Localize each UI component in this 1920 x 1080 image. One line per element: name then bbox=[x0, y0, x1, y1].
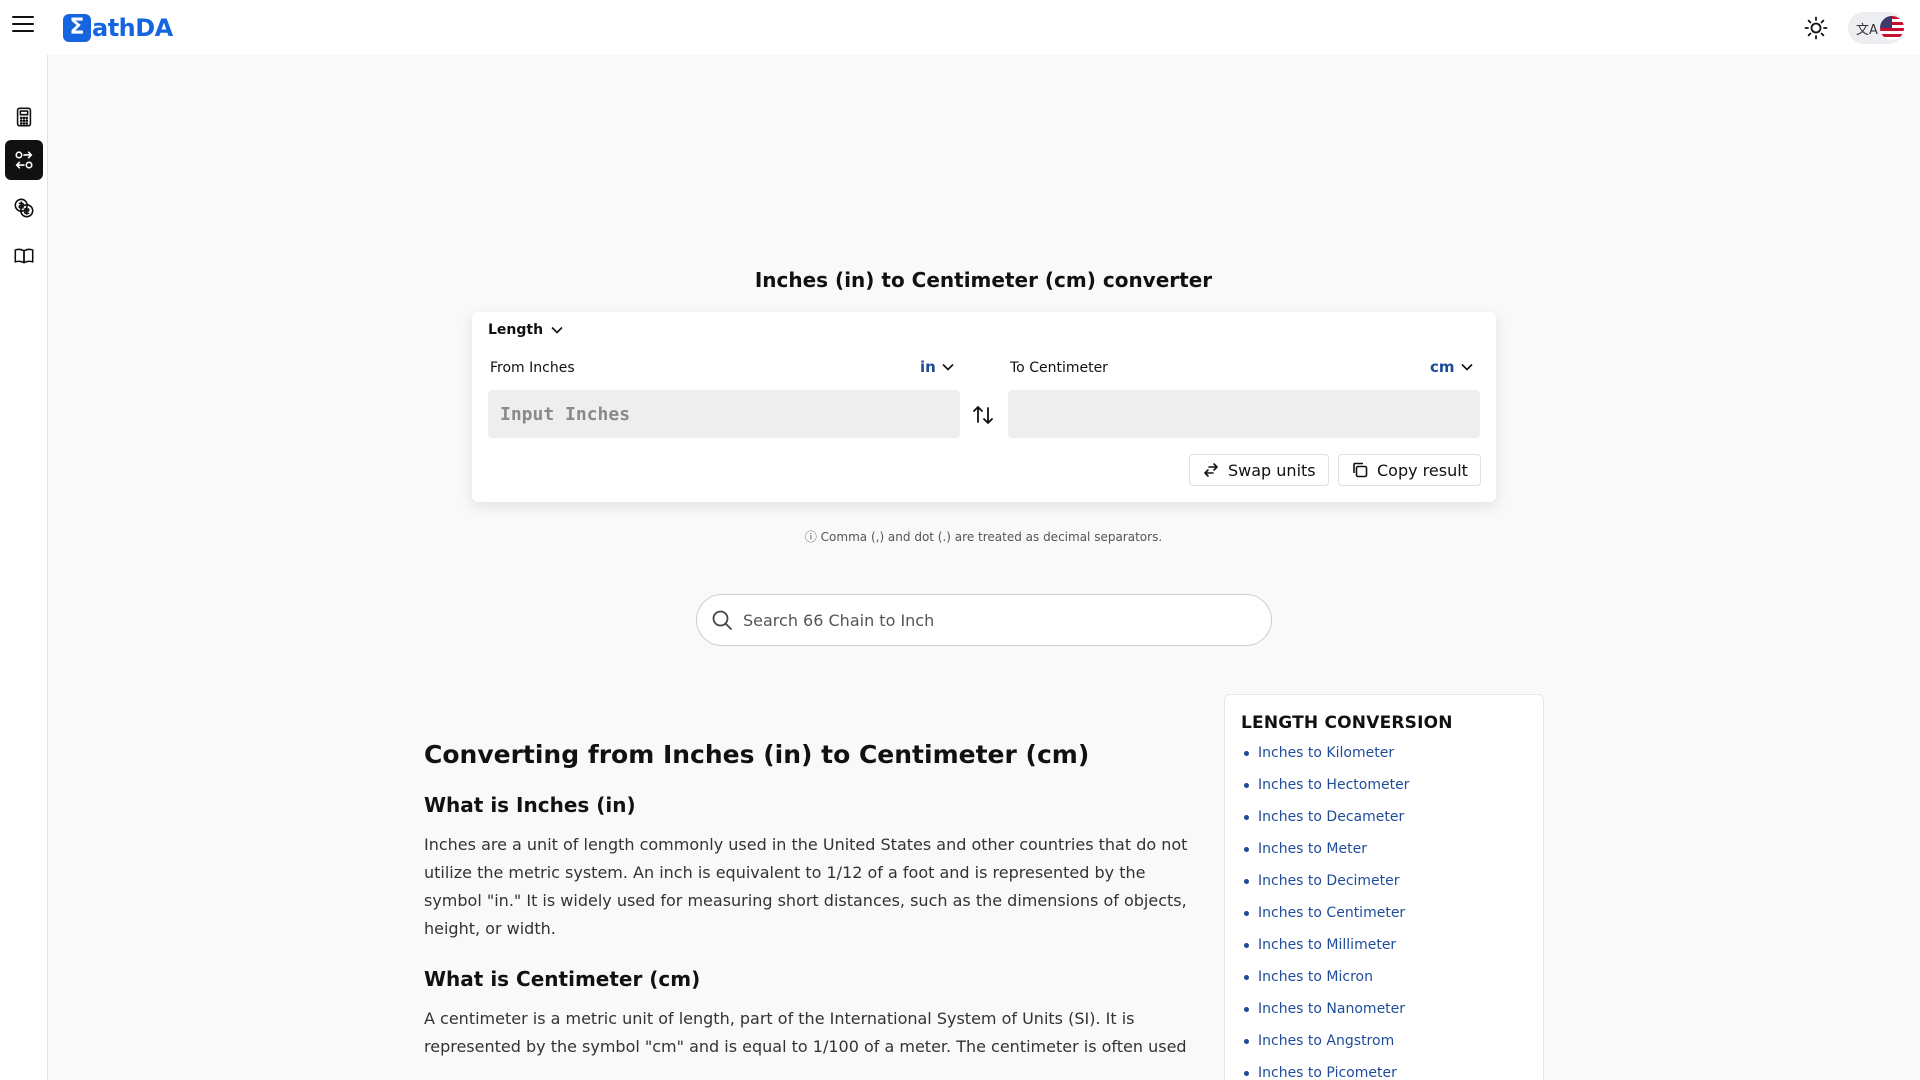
article-heading: Converting from Inches (in) to Centimete… bbox=[424, 740, 1090, 769]
chevron-down-icon bbox=[551, 326, 563, 334]
bullet bbox=[1244, 942, 1249, 948]
conversion-link[interactable]: Inches to Centimeter bbox=[1241, 897, 1527, 929]
to-label: To Centimeter bbox=[1010, 360, 1108, 376]
link-text: Inches to Hectometer bbox=[1258, 777, 1410, 793]
conversion-link[interactable]: Inches to Decameter bbox=[1241, 801, 1527, 833]
from-label: From Inches bbox=[490, 360, 575, 376]
translate-icon: 文A bbox=[1856, 22, 1878, 38]
logo-text: athDA bbox=[92, 14, 173, 42]
conversion-link[interactable]: Inches to Meter bbox=[1241, 833, 1527, 865]
to-unit-select[interactable]: cm bbox=[1430, 358, 1473, 376]
link-text: Inches to Centimeter bbox=[1258, 905, 1406, 921]
category-dropdown[interactable]: Length bbox=[488, 322, 563, 338]
logo[interactable]: Σ athDA bbox=[63, 14, 173, 42]
search-icon bbox=[712, 610, 732, 630]
copy-icon bbox=[1353, 462, 1368, 478]
search-input[interactable] bbox=[743, 610, 1243, 630]
conversion-link[interactable]: Inches to Micron bbox=[1241, 961, 1527, 993]
search-bar[interactable] bbox=[696, 594, 1272, 646]
chevron-down-icon bbox=[1460, 363, 1473, 371]
bullet bbox=[1244, 1006, 1249, 1012]
logo-mark: Σ bbox=[63, 14, 91, 42]
swap-icon bbox=[1204, 463, 1218, 477]
bullet bbox=[1244, 910, 1249, 916]
top-bar: Σ athDA 文A bbox=[0, 0, 1920, 55]
currency-icon[interactable] bbox=[5, 188, 43, 228]
decimal-note: ⓘ Comma (,) and dot (.) are treated as d… bbox=[804, 530, 1163, 544]
converter-card: Length From Inches in To Centimeter cm S… bbox=[472, 312, 1496, 502]
language-selector[interactable]: 文A bbox=[1848, 12, 1904, 44]
link-text: Inches to Micron bbox=[1258, 969, 1373, 985]
bullet bbox=[1244, 1070, 1249, 1076]
section-text: Inches are a unit of length commonly use… bbox=[424, 835, 1188, 938]
link-text: Inches to Kilometer bbox=[1258, 745, 1395, 761]
bullet bbox=[1244, 878, 1249, 884]
bullet bbox=[1244, 974, 1249, 980]
copy-result-label: Copy result bbox=[1377, 460, 1468, 480]
from-unit-select[interactable]: in bbox=[920, 358, 954, 376]
length-conversion-panel: LENGTH CONVERSION Inches to Kilometer In… bbox=[1224, 694, 1544, 1080]
sidebar bbox=[0, 55, 48, 1080]
link-text: Inches to Meter bbox=[1258, 841, 1367, 857]
section-title: What is Inches (in) bbox=[424, 793, 636, 817]
category-label: Length bbox=[488, 322, 544, 338]
conversion-link[interactable]: Inches to Kilometer bbox=[1241, 737, 1527, 769]
bullet bbox=[1244, 1038, 1249, 1044]
link-text: Inches to Nanometer bbox=[1258, 1001, 1406, 1017]
hamburger-menu-icon[interactable] bbox=[12, 14, 34, 34]
conversion-links-list: Inches to Kilometer Inches to Hectometer… bbox=[1241, 737, 1527, 1080]
bullet bbox=[1244, 782, 1249, 788]
chevron-down-icon bbox=[942, 363, 954, 371]
link-text: Inches to Angstrom bbox=[1258, 1033, 1395, 1049]
us-flag-icon bbox=[1879, 16, 1904, 40]
swap-units-button[interactable]: Swap units bbox=[1189, 454, 1329, 486]
sun-icon[interactable] bbox=[1804, 16, 1828, 40]
calculator-icon[interactable] bbox=[5, 97, 43, 137]
copy-result-button[interactable]: Copy result bbox=[1338, 454, 1481, 486]
section-text: A centimeter is a metric unit of length,… bbox=[424, 1009, 1187, 1056]
to-unit-value: cm bbox=[1430, 358, 1455, 376]
bullet bbox=[1244, 846, 1249, 852]
section-title: What is Centimeter (cm) bbox=[424, 967, 701, 991]
converter-title: Inches (in) to Centimeter (cm) converter bbox=[754, 268, 1213, 292]
conversion-link[interactable]: Inches to Angstrom bbox=[1241, 1025, 1527, 1057]
panel-title: LENGTH CONVERSION bbox=[1241, 713, 1453, 733]
conversion-link[interactable]: Inches to Nanometer bbox=[1241, 993, 1527, 1025]
conversion-link[interactable]: Inches to Hectometer bbox=[1241, 769, 1527, 801]
link-text: Inches to Millimeter bbox=[1258, 937, 1397, 953]
link-text: Inches to Decimeter bbox=[1258, 873, 1400, 889]
result-output[interactable] bbox=[1008, 390, 1480, 438]
bullet bbox=[1244, 750, 1249, 756]
link-text: Inches to Picometer bbox=[1258, 1065, 1397, 1080]
bullet bbox=[1244, 814, 1249, 820]
unit-converter-icon[interactable] bbox=[5, 140, 43, 180]
from-unit-value: in bbox=[920, 358, 936, 376]
conversion-link[interactable]: Inches to Decimeter bbox=[1241, 865, 1527, 897]
swap-arrows-icon[interactable] bbox=[970, 402, 996, 428]
conversion-link[interactable]: Inches to Picometer bbox=[1241, 1057, 1527, 1080]
conversion-link[interactable]: Inches to Millimeter bbox=[1241, 929, 1527, 961]
swap-units-label: Swap units bbox=[1228, 460, 1316, 480]
link-text: Inches to Decameter bbox=[1258, 809, 1405, 825]
from-value-input[interactable] bbox=[488, 390, 960, 438]
article: Converting from Inches (in) to Centimete… bbox=[424, 740, 1194, 1061]
